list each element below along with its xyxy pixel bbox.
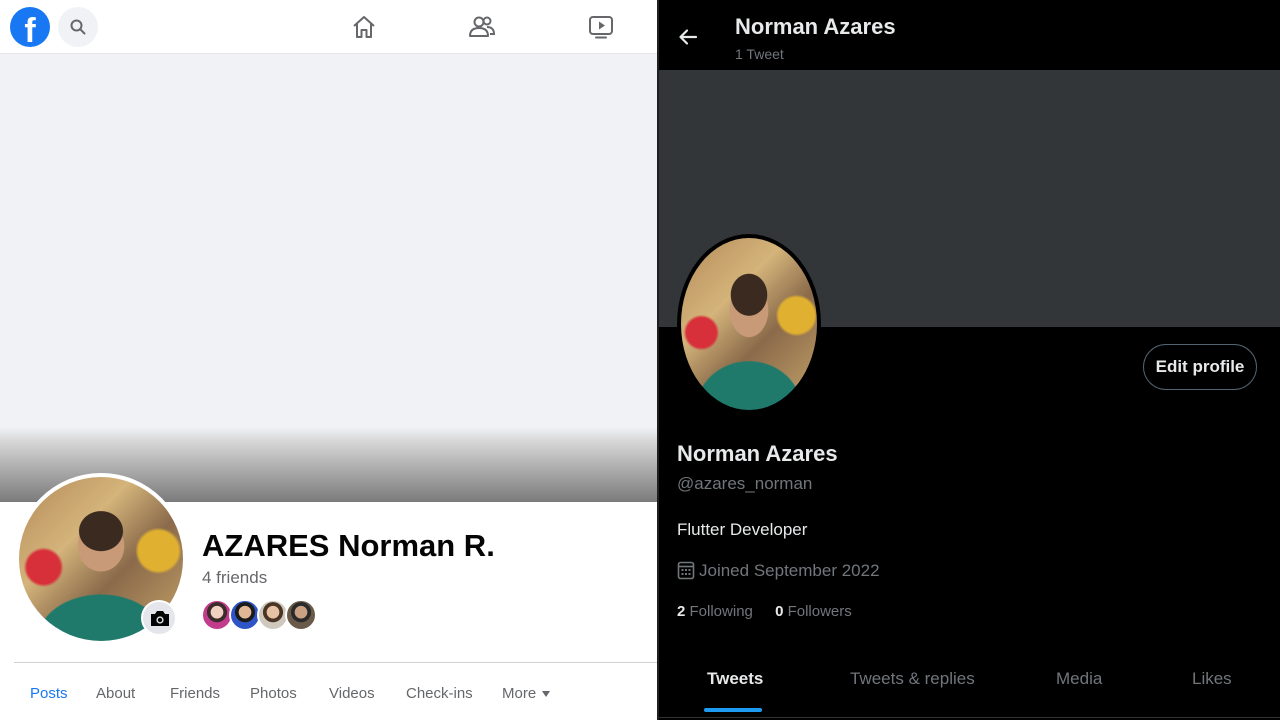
profile-handle: @azares_norman bbox=[677, 474, 813, 493]
joined-date-text: Joined September 2022 bbox=[699, 561, 880, 580]
change-profile-picture-button[interactable] bbox=[141, 600, 177, 636]
friend-avatar[interactable] bbox=[285, 599, 317, 631]
search-button[interactable] bbox=[58, 7, 98, 47]
twitter-profile-panel: Norman Azares 1 Tweet Edit profile Norma… bbox=[657, 0, 1280, 720]
tab-media[interactable]: Media bbox=[1056, 669, 1102, 689]
search-icon bbox=[70, 19, 86, 35]
tab-likes[interactable]: Likes bbox=[1192, 669, 1232, 689]
calendar-icon bbox=[677, 561, 695, 580]
followers-label: Followers bbox=[787, 603, 852, 620]
facebook-top-nav: f bbox=[0, 0, 657, 54]
profile-bio: Flutter Developer bbox=[677, 520, 808, 539]
facebook-logo[interactable]: f bbox=[10, 7, 50, 47]
tab-check-ins[interactable]: Check-ins bbox=[406, 685, 473, 702]
friends-icon[interactable] bbox=[468, 13, 496, 41]
tabs-divider bbox=[659, 717, 1280, 718]
profile-name: Norman Azares bbox=[677, 441, 838, 466]
joined-date: Joined September 2022 bbox=[677, 560, 880, 581]
tab-posts[interactable]: Posts bbox=[30, 685, 68, 702]
tab-tweets[interactable]: Tweets bbox=[707, 669, 763, 689]
edit-profile-button[interactable]: Edit profile bbox=[1143, 344, 1257, 390]
facebook-profile-panel: f AZARES Norman R. 4 friends Posts About… bbox=[0, 0, 657, 720]
profile-name: AZARES Norman R. bbox=[202, 528, 495, 563]
friends-count[interactable]: 4 friends bbox=[202, 568, 267, 588]
camera-icon bbox=[151, 611, 169, 626]
cover-photo[interactable] bbox=[0, 55, 657, 502]
tab-videos[interactable]: Videos bbox=[329, 685, 375, 702]
tweet-count: 1 Tweet bbox=[735, 46, 784, 62]
followers-count: 0 bbox=[775, 603, 784, 620]
header-title: Norman Azares bbox=[735, 14, 896, 39]
tab-about[interactable]: About bbox=[96, 685, 135, 702]
tab-photos[interactable]: Photos bbox=[250, 685, 297, 702]
home-icon[interactable] bbox=[350, 13, 378, 41]
followers-link[interactable]: 0 Followers bbox=[775, 603, 852, 620]
watch-icon[interactable] bbox=[587, 13, 615, 41]
tab-more-label: More bbox=[502, 685, 537, 702]
following-count: 2 bbox=[677, 603, 686, 620]
following-label: Following bbox=[689, 603, 753, 620]
following-link[interactable]: 2 Following bbox=[677, 603, 753, 620]
profile-divider bbox=[14, 662, 657, 663]
tab-more[interactable]: More bbox=[502, 685, 551, 702]
follow-stats: 2 Following 0 Followers bbox=[677, 603, 852, 620]
tab-tweets-and-replies[interactable]: Tweets & replies bbox=[850, 669, 975, 689]
back-arrow-icon[interactable] bbox=[677, 26, 699, 48]
caret-down-icon bbox=[542, 691, 551, 698]
tab-friends[interactable]: Friends bbox=[170, 685, 220, 702]
avatar[interactable] bbox=[681, 238, 817, 410]
active-tab-indicator bbox=[704, 708, 762, 712]
